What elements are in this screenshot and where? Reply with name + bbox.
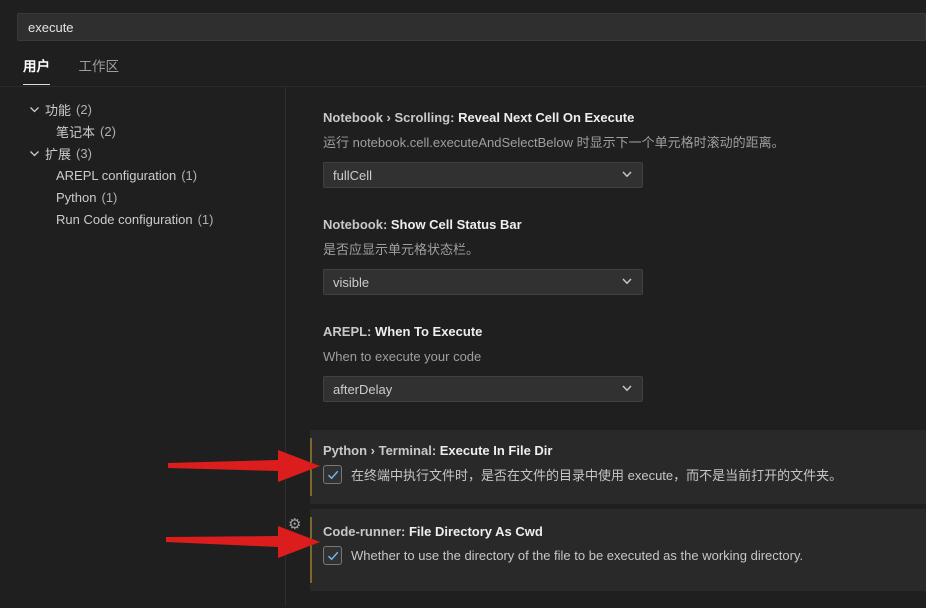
toc-item-label: 扩展	[45, 146, 72, 162]
settings-scope-tabbar: 用户 工作区	[0, 41, 926, 87]
settings-search-row	[0, 0, 926, 41]
when-to-execute-select[interactable]: afterDelay	[323, 376, 643, 402]
setting-notebook-show-cell-status-bar: Notebook: Show Cell Status Bar 是否应显示单元格状…	[323, 216, 926, 295]
toc-item-label: Run Code configuration	[56, 211, 193, 227]
tab-user[interactable]: 用户	[23, 55, 50, 85]
setting-category: Notebook:	[323, 217, 391, 232]
toc-item-features[interactable]: 功能 (2)	[0, 98, 285, 120]
setting-category: AREPL:	[323, 324, 375, 339]
toc-item-label: AREPL configuration	[56, 167, 177, 183]
toc-item-python[interactable]: Python (1)	[0, 186, 285, 208]
tab-workspace[interactable]: 工作区	[78, 55, 119, 85]
toc-item-count: (1)	[181, 167, 198, 183]
setting-title: Notebook: Show Cell Status Bar	[323, 216, 926, 234]
setting-description: 运行 notebook.cell.executeAndSelectBelow 时…	[323, 135, 785, 150]
setting-title: Python › Terminal: Execute In File Dir	[323, 442, 912, 460]
setting-name: File Directory As Cwd	[408, 524, 543, 539]
toc-item-label: Python	[56, 189, 97, 205]
setting-description: 是否应显示单元格状态栏。	[323, 242, 480, 257]
modified-setting-indicator	[310, 438, 312, 496]
setting-category: Python › Terminal:	[323, 443, 440, 458]
settings-search-input[interactable]	[17, 13, 926, 41]
chevron-down-icon[interactable]	[29, 104, 45, 115]
setting-code-runner-file-directory-as-cwd: ⚙ Code-runner: File Directory As Cwd Whe…	[288, 509, 926, 591]
setting-name: When To Execute	[375, 324, 483, 339]
setting-category: Code-runner:	[323, 524, 409, 539]
toc-item-extensions[interactable]: 扩展 (3)	[0, 142, 285, 164]
modified-setting-indicator	[310, 517, 312, 583]
reveal-next-cell-select[interactable]: fullCell	[323, 162, 643, 188]
chevron-down-icon	[621, 275, 633, 290]
setting-name: Execute In File Dir	[439, 443, 553, 458]
setting-category: Notebook › Scrolling:	[323, 110, 459, 125]
setting-description: When to execute your code	[323, 349, 482, 364]
show-cell-status-bar-select[interactable]: visible	[323, 269, 643, 295]
select-value: fullCell	[333, 167, 373, 183]
toc-item-count: (1)	[197, 211, 214, 227]
toc-item-label: 笔记本	[56, 124, 96, 140]
gear-icon[interactable]: ⚙	[288, 517, 301, 532]
chevron-down-icon[interactable]	[29, 148, 45, 159]
settings-content: 功能 (2) 笔记本 (2) 扩展 (3) AREPL configuratio…	[0, 87, 926, 606]
settings-toc-tree: 功能 (2) 笔记本 (2) 扩展 (3) AREPL configuratio…	[0, 87, 285, 606]
select-value: visible	[333, 274, 370, 290]
chevron-down-icon	[621, 382, 633, 397]
checkmark-icon	[327, 551, 338, 560]
toc-item-notebook[interactable]: 笔记本 (2)	[0, 120, 285, 142]
toc-item-count: (2)	[76, 101, 92, 117]
checkmark-icon	[327, 470, 338, 479]
toc-item-count: (2)	[100, 123, 116, 139]
toc-item-count: (1)	[101, 189, 118, 205]
select-value: afterDelay	[333, 381, 393, 397]
setting-name: Show Cell Status Bar	[390, 217, 522, 232]
chevron-down-icon	[621, 168, 633, 183]
checkbox-label: Whether to use the directory of the file…	[351, 548, 804, 563]
setting-title: Notebook › Scrolling: Reveal Next Cell O…	[323, 109, 926, 127]
toc-item-run-code-configuration[interactable]: Run Code configuration (1)	[0, 208, 285, 230]
settings-list: Notebook › Scrolling: Reveal Next Cell O…	[286, 87, 926, 606]
execute-in-file-dir-checkbox[interactable]	[323, 465, 342, 484]
toc-item-arepl-configuration[interactable]: AREPL configuration (1)	[0, 164, 285, 186]
setting-title: Code-runner: File Directory As Cwd	[323, 523, 912, 541]
setting-arepl-when-to-execute: AREPL: When To Execute When to execute y…	[323, 323, 926, 402]
toc-item-count: (3)	[76, 145, 92, 161]
toc-item-label: 功能	[45, 102, 72, 118]
setting-notebook-reveal-next-cell: Notebook › Scrolling: Reveal Next Cell O…	[323, 109, 926, 188]
file-directory-as-cwd-checkbox[interactable]	[323, 546, 342, 565]
setting-python-execute-in-file-dir: Python › Terminal: Execute In File Dir 在…	[310, 430, 926, 504]
checkbox-label: 在终端中执行文件时，是否在文件的目录中使用 execute，而不是当前打开的文件…	[351, 468, 843, 483]
setting-name: Reveal Next Cell On Execute	[458, 110, 635, 125]
setting-title: AREPL: When To Execute	[323, 323, 926, 341]
